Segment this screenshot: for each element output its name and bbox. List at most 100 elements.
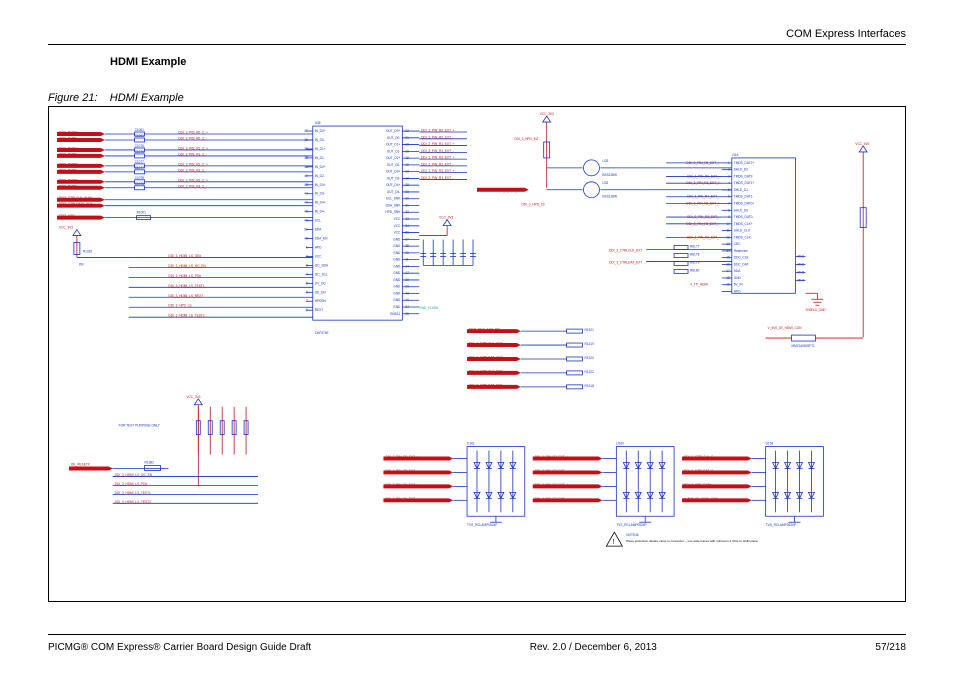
svg-text:DDI_3_HDMI_LS_I2C_EN: DDI_3_HDMI_LS_I2C_EN — [168, 264, 206, 268]
svg-text:DDI_3_PIN_R3_C_-: DDI_3_PIN_R3_C_- — [178, 184, 207, 188]
svg-text:SCL_SNK: SCL_SNK — [386, 197, 401, 201]
svg-text:D161: D161 — [467, 442, 475, 446]
svg-text:DDI3_PAIR0+: DDI3_PAIR0+ — [59, 131, 79, 135]
svg-text:TVS_RCLAMP0524P: TVS_RCLAMP0524P — [766, 523, 796, 527]
page: COM Express Interfaces HDMI Example Figu… — [0, 0, 954, 675]
rail-vcc3v3-4: VCC_3V3 — [186, 395, 200, 399]
svg-text:Reserved: Reserved — [734, 249, 748, 253]
svg-text:DDI_3_PIN_R3_EXT_+: DDI_3_PIN_R3_EXT_+ — [535, 483, 569, 487]
svg-text:DDI_3_PIN_R2_EXT_-: DDI_3_PIN_R2_EXT_- — [421, 162, 454, 166]
schematic-frame: DDI3_PAIR0+DDI3_PAIR0-DDI3_PAIR1+DDI3_PA… — [48, 106, 906, 602]
input-diff-pairs: C1061DDI_3_PIN_R0_C_+C1061DDI_3_PIN_R0_C… — [105, 128, 313, 220]
svg-text:DDI_3_PIN_R0_C_-: DDI_3_PIN_R0_C_- — [178, 137, 207, 141]
svg-text:GND: GND — [393, 271, 401, 275]
svg-text:SDA_EN: SDA_EN — [315, 237, 328, 241]
svg-text:TVS_RCLAMP0524P: TVS_RCLAMP0524P — [616, 523, 646, 527]
svg-text:SHLD_D1: SHLD_D1 — [734, 188, 749, 192]
mosfet-part2: BSS138W — [602, 195, 617, 199]
svg-text:IN_D4-: IN_D4- — [315, 210, 325, 214]
svg-text:REXT: REXT — [315, 308, 324, 312]
left-ls-block: VCC_3V3 R1316 DN DDI_3_HDMI_LS_OE#DDI_3_… — [59, 226, 313, 318]
svg-text:C1077: C1077 — [135, 166, 145, 170]
svg-text:OUT_D1+: OUT_D1+ — [386, 143, 401, 147]
svg-text:DDI_3_HPD_EXT#: DDI_3_HPD_EXT# — [684, 483, 711, 487]
rail-hdmi5v-label: V_5V0_S0_HDMI_CON — [768, 326, 803, 330]
net-hpd-int: DDI_3_HPD_INT — [514, 137, 538, 141]
footer-center: Rev. 2.0 / December 6, 2013 — [530, 642, 657, 653]
svg-text:R1319: R1319 — [584, 342, 594, 346]
svg-text:OUT_D3+: OUT_D3+ — [386, 170, 401, 174]
svg-text:TMDS_DAT0+: TMDS_DAT0+ — [734, 201, 755, 205]
svg-text:I2C_SDA: I2C_SDA — [315, 263, 329, 267]
svg-text:OUT_D2-: OUT_D2- — [387, 163, 401, 167]
svg-text:C1078: C1078 — [135, 176, 145, 180]
svg-text:DDI_3_HDMI_LS_I2C_EN: DDI_3_HDMI_LS_I2C_EN — [115, 473, 153, 477]
ic-left-pins: IN_D0+37IN_D0-36IN_D1+39IN_D1-38IN_D2+42… — [304, 129, 329, 312]
svg-text:OV_DC: OV_DC — [315, 281, 327, 285]
svg-text:GND: GND — [393, 244, 401, 248]
svg-text:DDI3_DDC_AUX_SEL: DDI3_DDC_AUX_SEL — [469, 328, 501, 332]
svg-text:DDI3_CTRLDATA_AUX-: DDI3_CTRLDATA_AUX- — [59, 202, 94, 206]
section-heading: HDMI Example — [110, 56, 186, 68]
svg-text:DDI3_HPD: DDI3_HPD — [59, 214, 75, 218]
res-r1382: R1382 — [145, 460, 155, 464]
svg-text:GND: GND — [393, 264, 401, 268]
svg-text:OUT_D0-: OUT_D0- — [387, 136, 401, 140]
svg-text:HPDEN: HPDEN — [315, 299, 327, 303]
svg-text:D160: D160 — [616, 442, 624, 446]
svg-text:DDI_3_PIN_R3_EXT_+: DDI_3_PIN_R3_EXT_+ — [421, 169, 455, 173]
rail-vcc5v0: VCC_5V0 — [855, 142, 869, 337]
svg-text:DDI3_CTRLCLK_AUX+: DDI3_CTRLCLK_AUX+ — [59, 196, 93, 200]
output-diff-pairs: DDI_3_PIN_R0_EXT_+DDI_3_PIN_R0_EXT_-DDI_… — [419, 129, 467, 180]
svg-text:DDI_3_PIN_R0_EXT_-: DDI_3_PIN_R0_EXT_- — [385, 469, 418, 473]
footer-right: 57/218 — [875, 642, 906, 653]
svg-text:SHLD_D0: SHLD_D0 — [734, 208, 749, 212]
svg-text:DDI_3_HDMI_LS_TEST2: DDI_3_HDMI_LS_TEST2 — [115, 500, 151, 504]
svg-text:OUT_D0+: OUT_D0+ — [386, 129, 401, 133]
res-r1316: R1316 — [83, 249, 93, 253]
svg-text:DDI_3_CTRLCLK_EXT: DDI_3_CTRLCLK_EXT — [469, 369, 502, 373]
svg-text:VCC: VCC — [315, 254, 322, 258]
svg-text:DDI_3_HDMI_LS_REXT: DDI_3_HDMI_LS_REXT — [168, 294, 203, 298]
svg-text:DDI3_PAIR3+: DDI3_PAIR3+ — [59, 178, 79, 182]
svg-text:DDI_3_PIN_R0_EXT_-: DDI_3_PIN_R0_EXT_- — [421, 135, 454, 139]
central-ic-part: CHF374E — [315, 331, 329, 335]
svg-text:DDI_3_PIN_R0_EXT_+: DDI_3_PIN_R0_EXT_+ — [385, 455, 419, 459]
figure-caption: Figure 21: HDMI Example — [48, 92, 184, 104]
svg-text:SDA: SDA — [734, 269, 741, 273]
svg-text:R1318: R1318 — [584, 384, 594, 388]
svg-text:GND: GND — [393, 258, 401, 262]
svg-text:DDI3_PAIR3-: DDI3_PAIR3- — [59, 184, 78, 188]
svg-text:OUT_D3-: OUT_D3- — [387, 176, 401, 180]
svg-text:SHLD_CLK: SHLD_CLK — [734, 229, 751, 233]
svg-text:DDI_3_PIN_R1_EXT_+: DDI_3_PIN_R1_EXT_+ — [421, 142, 455, 146]
rail-vcc3v3-1: VCC_3V3 — [540, 112, 554, 116]
svg-text:DDI_3_CTRLDAT_AUX_-: DDI_3_CTRLDAT_AUX_- — [469, 355, 505, 359]
svg-text:IN_D0-: IN_D0- — [315, 138, 325, 142]
svg-text:GND: GND — [393, 278, 401, 282]
svg-text:TMDS_DAT2+: TMDS_DAT2+ — [734, 161, 755, 165]
svg-text:DDI_3_HDMI_LS_TEST1: DDI_3_HDMI_LS_TEST1 — [168, 284, 204, 288]
svg-text:V_5V0_S0_HDMI_CON: V_5V0_S0_HDMI_CON — [684, 497, 719, 501]
svg-text:SDA_SNK: SDA_SNK — [386, 203, 402, 207]
header-right: COM Express Interfaces — [786, 28, 906, 40]
svg-text:IN_D4+: IN_D4+ — [315, 201, 326, 205]
svg-text:CEC: CEC — [734, 242, 741, 246]
svg-text:SHLD_D2: SHLD_D2 — [734, 168, 749, 172]
svg-text:VCC: VCC — [394, 217, 401, 221]
mosfet-u32-ref: U32 — [602, 181, 608, 185]
svg-text:C1076: C1076 — [135, 150, 145, 154]
svg-text:R8177: R8177 — [690, 244, 700, 248]
svg-text:R1322: R1322 — [584, 370, 594, 374]
gnd-flash: GND_FLASH — [419, 306, 439, 310]
svg-text:DDI_3_PIN_R2_EXT_-: DDI_3_PIN_R2_EXT_- — [535, 469, 568, 473]
svg-text:DDC_DAT: DDC_DAT — [734, 262, 749, 266]
svg-text:DDI_3_HDMI_LS_PD#: DDI_3_HDMI_LS_PD# — [168, 274, 201, 278]
svg-text:DDI_3_HDMI_LS_TEST2: DDI_3_HDMI_LS_TEST2 — [168, 314, 204, 318]
ic-vcc-block: VCC_3V3 GND_FLASH — [419, 216, 476, 311]
svg-text:D159: D159 — [766, 442, 774, 446]
net-vtp-hdmi: V_TP_HDMI — [690, 282, 708, 286]
svg-text:TMDS_DAT1-: TMDS_DAT1- — [734, 195, 754, 199]
svg-text:SDA: SDA — [315, 228, 322, 232]
svg-text:TMDS_DAT0-: TMDS_DAT0- — [734, 215, 754, 219]
